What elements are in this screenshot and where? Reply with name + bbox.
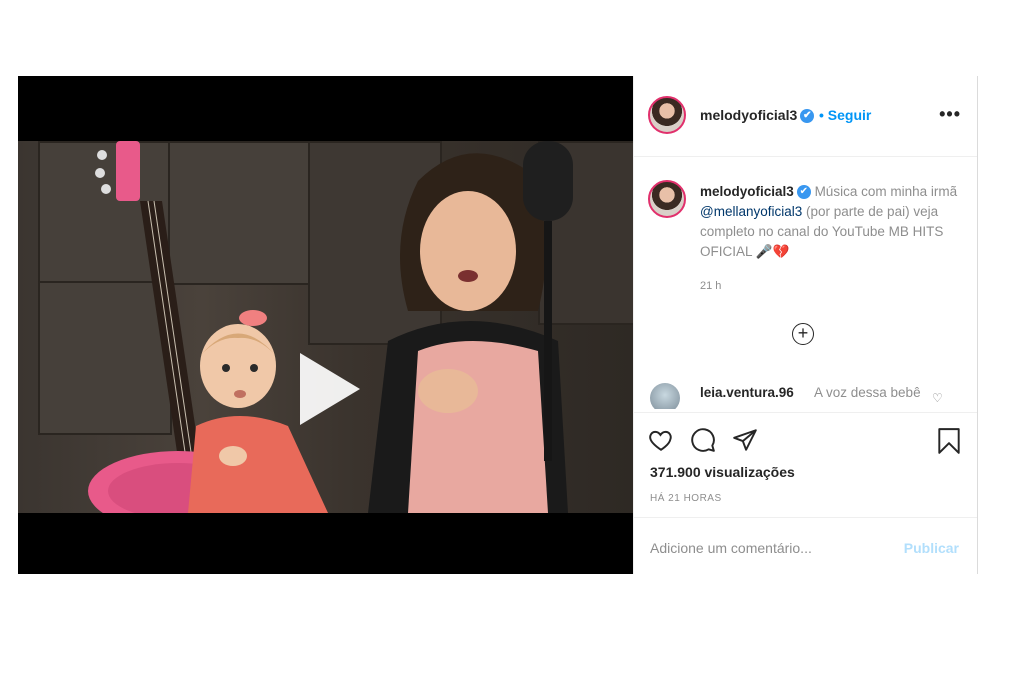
video-frame: [18, 141, 633, 513]
comment-item: leia.ventura.96 A voz dessa bebê: [650, 381, 970, 409]
post-header: melodyoficial3 ✔ • Seguir •••: [634, 76, 977, 157]
publish-button[interactable]: Publicar: [904, 540, 959, 556]
caption-emoji: 🎤💔: [755, 244, 790, 259]
caption-mention[interactable]: @mellanyoficial3: [700, 204, 802, 219]
comment-input[interactable]: Adicione um comentário...: [650, 540, 812, 556]
share-icon[interactable]: [732, 427, 758, 453]
avatar[interactable]: [648, 96, 686, 134]
comment-username[interactable]: leia.ventura.96: [700, 385, 794, 400]
caption-text: Música com minha irmã: [814, 184, 958, 199]
add-comment-bar: Adicione um comentário... Publicar: [634, 517, 977, 574]
follow-button[interactable]: • Seguir: [819, 107, 871, 123]
bookmark-icon[interactable]: [936, 427, 962, 455]
play-icon[interactable]: [300, 353, 360, 425]
header-username[interactable]: melodyoficial3 ✔: [700, 107, 815, 124]
post-sidebar: melodyoficial3 ✔ • Seguir ••• melodyofici…: [633, 76, 978, 574]
verified-icon: ✔: [800, 109, 815, 124]
post-timestamp[interactable]: HÁ 21 HORAS: [650, 493, 722, 504]
caption-time[interactable]: 21 h: [700, 280, 721, 292]
video-player[interactable]: [18, 76, 633, 574]
instagram-post: melodyoficial3 ✔ • Seguir ••• melodyofici…: [18, 76, 978, 574]
username-text[interactable]: melodyoficial3: [700, 107, 797, 123]
comment-text: A voz dessa bebê: [814, 385, 921, 400]
comment-avatar[interactable]: [650, 383, 680, 409]
action-bar: 371.900 visualizações HÁ 21 HORAS Adicio…: [634, 412, 977, 573]
view-count[interactable]: 371.900 visualizações: [650, 464, 795, 480]
caption-username[interactable]: melodyoficial3: [700, 184, 794, 199]
caption-avatar[interactable]: [648, 180, 686, 218]
verified-icon: ✔: [796, 185, 811, 200]
comment-like-icon[interactable]: ♡: [932, 391, 943, 405]
load-more-comments-button[interactable]: +: [792, 323, 814, 345]
comment-icon[interactable]: [690, 427, 716, 453]
more-icon[interactable]: •••: [939, 104, 961, 125]
caption: melodyoficial3 ✔ Música com minha irmã @m…: [700, 182, 960, 262]
singer-image: [368, 141, 573, 513]
heart-icon[interactable]: [648, 427, 674, 453]
